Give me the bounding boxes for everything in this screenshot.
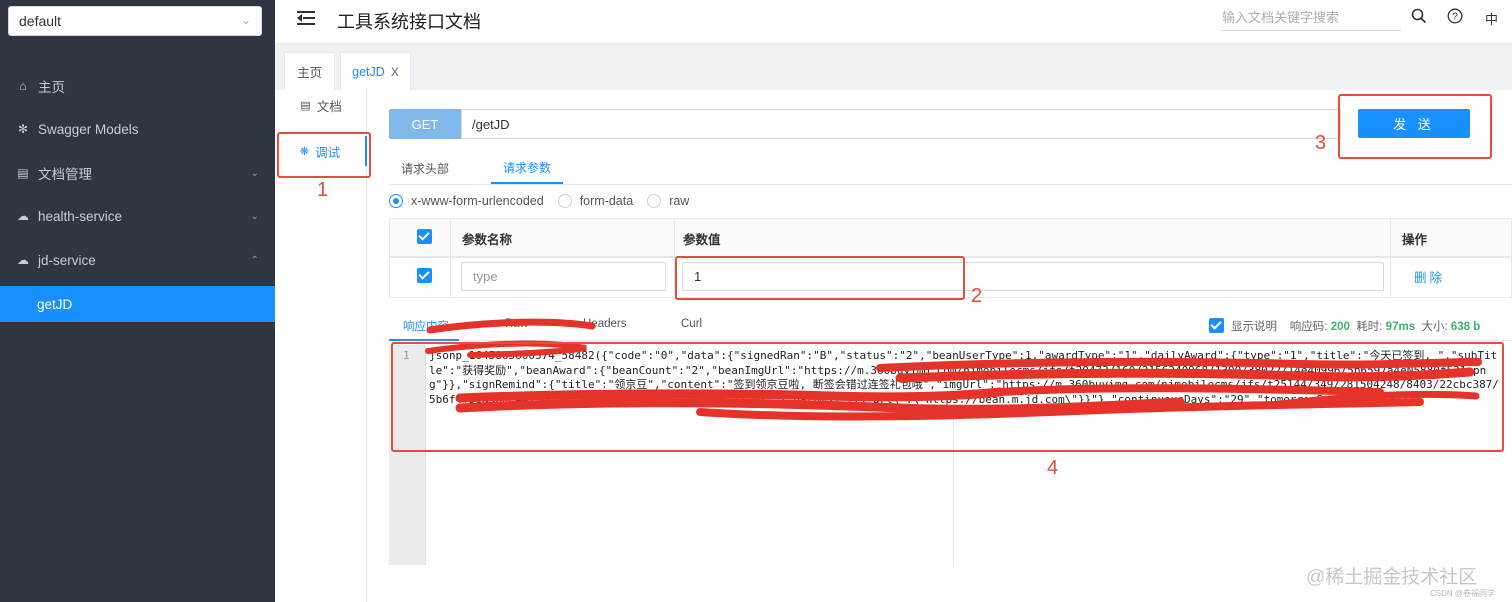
sidebar-item-label: health-service [38,208,123,224]
show-description-checkbox[interactable] [1209,318,1224,333]
tab-response-raw[interactable]: Raw [505,318,528,330]
cloud-icon: ☁ [17,209,29,223]
divider [389,184,1512,185]
chevron-down-icon: ⌄ [250,210,259,222]
radio-urlencoded[interactable]: x-www-form-urlencoded [389,194,544,208]
tab-bar: 主页 getJD X [275,44,1512,90]
divider [389,340,1512,341]
page-title: 工具系统接口文档 [337,12,481,32]
nav-doc-label: 文档 [316,99,342,114]
tab-home[interactable]: 主页 [284,52,335,90]
sidebar-item-getjd[interactable]: getJD [0,286,275,322]
tab-getjd[interactable]: getJD X [340,52,411,90]
annotation-number: 4 [1047,457,1059,479]
chevron-up-icon: ⌃ [250,254,259,266]
radio-label: x-www-form-urlencoded [411,194,544,208]
response-size: 638 b [1450,321,1481,333]
sidebar-item-label: getJD [37,296,73,312]
sidebar: default ⌄ ⌂ 主页 ✻ Swagger Models ▤ 文档管理 ⌄… [0,0,275,602]
radio-label: raw [669,194,690,208]
sidebar-item-label: jd-service [38,252,96,268]
radio-raw[interactable]: raw [647,194,689,208]
status-code: 200 [1330,321,1350,333]
file-icon: ▤ [300,99,311,112]
content-type-group: x-www-form-urlencoded form-data raw [389,194,703,208]
document-icon: ▤ [17,166,29,180]
sidebar-item-health-service[interactable]: ☁ health-service ⌄ [0,198,275,234]
sidebar-item-label: Swagger Models [38,121,139,137]
radio-form-data[interactable]: form-data [557,194,634,208]
cube-icon: ✻ [17,122,29,136]
select-all-checkbox[interactable] [417,229,432,244]
param-name-input[interactable] [461,262,666,291]
nav-doc[interactable]: ▤ 文档 [275,90,367,120]
url-input[interactable] [461,109,1341,139]
close-icon[interactable]: X [391,65,399,79]
sidebar-item-label: 文档管理 [38,167,92,182]
row-checkbox[interactable] [417,268,432,283]
tab-response-curl[interactable]: Curl [681,318,702,330]
sidebar-item-swagger-models[interactable]: ✻ Swagger Models [0,111,275,147]
sidebar-item-home[interactable]: ⌂ 主页 [0,68,275,104]
tab-response-content[interactable]: 响应内容 [403,318,449,334]
header-param-name: 参数名称 [462,233,513,247]
time-label: 耗时: [1356,321,1383,333]
annotation-box-response [391,342,1504,452]
header-action: 操作 [1402,233,1428,247]
response-meta: 显示说明 响应码: 200 耗时: 97ms 大小: 638 b [1231,318,1480,334]
active-tab-indicator [389,339,459,341]
tab-request-params[interactable]: 请求参数 [491,152,563,184]
delete-param-link[interactable]: 删除 [1414,267,1445,286]
language-switch[interactable]: 中 [1485,9,1498,28]
tab-label: getJD [352,64,385,79]
radio-label: form-data [579,194,634,208]
radio-dot [557,194,572,208]
annotation-box-send [1338,94,1492,159]
header-param-value: 参数值 [683,233,721,247]
chevron-down-icon: ⌄ [240,13,251,27]
sidebar-item-doc-management[interactable]: ▤ 文档管理 ⌄ [0,155,275,191]
cloud-icon: ☁ [17,253,29,267]
group-select[interactable]: default ⌄ [8,6,262,36]
status-label: 响应码: [1289,321,1328,333]
tab-label: 主页 [296,66,322,80]
response-time: 97ms [1385,321,1416,333]
help-icon[interactable]: ? [1447,8,1463,28]
search-input[interactable] [1221,5,1401,31]
annotation-number: 1 [317,179,329,201]
annotation-box-param-value [675,256,965,300]
home-icon: ⌂ [19,79,27,93]
chevron-down-icon: ⌄ [250,167,259,179]
header: 工具系统接口文档 ? 中 [275,0,1512,44]
radio-dot [389,194,403,208]
annotation-number: 3 [1315,132,1327,154]
annotation-box-debug [277,132,371,178]
watermark-csdn: CSDN @卷福同学 [1430,589,1496,598]
tab-response-headers[interactable]: Headers [583,318,626,330]
search-icon[interactable] [1411,8,1427,28]
svg-text:?: ? [1452,12,1458,23]
sidebar-item-jd-service[interactable]: ☁ jd-service ⌃ [0,242,275,278]
show-description-label: 显示说明 [1231,321,1277,333]
http-method-badge: GET [389,109,461,139]
tab-request-headers[interactable]: 请求头部 [389,152,461,184]
size-label: 大小: [1421,321,1448,333]
radio-dot [647,194,662,208]
watermark: @稀土掘金技术社区 [1306,567,1478,588]
sidebar-item-label: 主页 [38,80,65,95]
annotation-number: 2 [971,285,983,307]
menu-fold-icon[interactable] [297,10,315,26]
group-select-value: default [19,13,62,29]
